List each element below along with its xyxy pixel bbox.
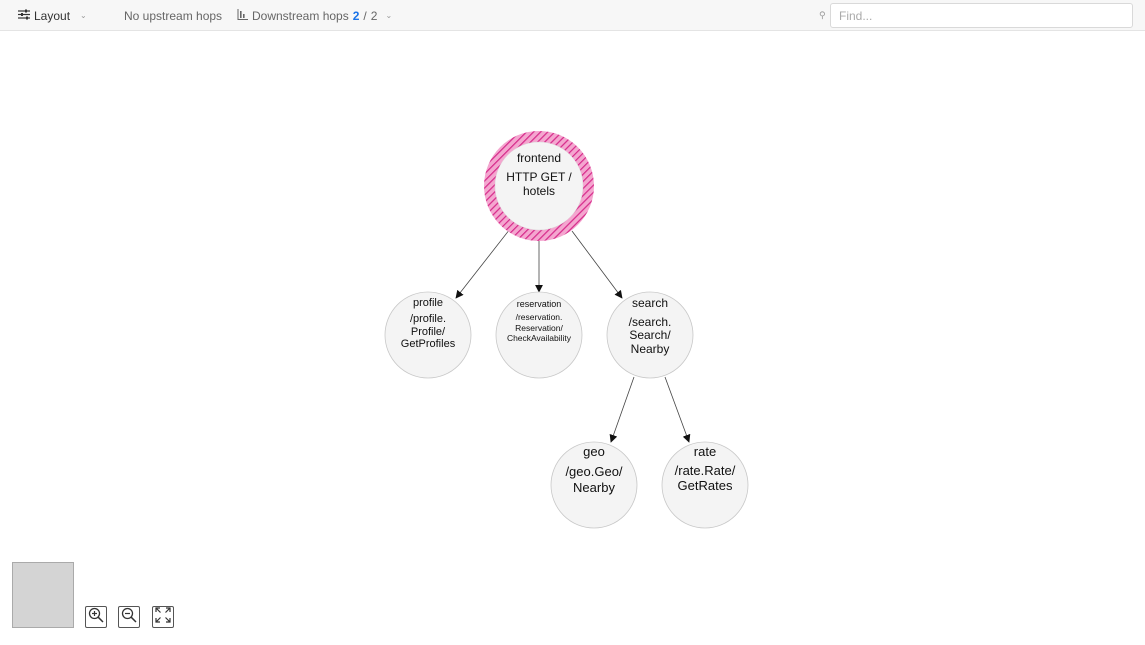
- layout-label: Layout: [34, 8, 71, 23]
- node-op-line: /search.: [629, 315, 672, 329]
- node-op-line: Reservation/: [515, 323, 563, 333]
- upstream-hops: No upstream hops: [124, 0, 222, 31]
- node-frontend[interactable]: frontend HTTP GET / hotels: [484, 131, 594, 241]
- node-service: rate: [694, 444, 716, 459]
- zoom-in-icon: [88, 607, 104, 628]
- node-op-line: Search/: [629, 328, 671, 342]
- node-op-line: Nearby: [573, 480, 615, 495]
- search-icon: ⚲: [819, 10, 826, 20]
- toolbar: Layout ⌄ No upstream hops Downstream hop…: [0, 0, 1145, 31]
- fit-view-button[interactable]: [152, 606, 174, 628]
- node-search[interactable]: search /search. Search/ Nearby: [606, 291, 694, 379]
- minimap[interactable]: [12, 562, 74, 628]
- edge-frontend-search: [571, 230, 623, 299]
- node-rate[interactable]: rate /rate.Rate/ GetRates: [661, 441, 749, 529]
- hops-icon: [237, 8, 248, 23]
- node-op-line: /profile.: [410, 313, 446, 325]
- node-op-line: /geo.Geo/: [565, 464, 622, 479]
- sliders-icon: [18, 9, 30, 23]
- node-reservation[interactable]: reservation /reservation. Reservation/ C…: [495, 291, 583, 379]
- edge-frontend-profile: [455, 228, 511, 299]
- node-service: search: [632, 296, 668, 310]
- downstream-total: 2: [370, 8, 378, 23]
- zoom-out-icon: [121, 607, 137, 628]
- node-service: frontend: [517, 151, 561, 165]
- layout-button[interactable]: Layout ⌄: [18, 0, 87, 31]
- node-op-line: /reservation.: [516, 312, 563, 322]
- zoom-out-button[interactable]: [118, 606, 140, 628]
- node-service: geo: [583, 444, 605, 459]
- downstream-label: Downstream hops: [252, 8, 349, 23]
- node-service: profile: [413, 297, 443, 309]
- node-op-line: GetProfiles: [401, 338, 456, 350]
- node-op-line: GetRates: [678, 478, 733, 493]
- node-service: reservation: [517, 299, 562, 309]
- node-op-line: Nearby: [631, 342, 670, 356]
- node-op-line: CheckAvailability: [507, 333, 572, 343]
- node-op-line: hotels: [523, 184, 555, 198]
- downstream-current: 2: [352, 8, 360, 23]
- zoom-in-button[interactable]: [85, 606, 107, 628]
- node-geo[interactable]: geo /geo.Geo/ Nearby: [550, 441, 638, 529]
- edge-search-rate: [664, 376, 691, 443]
- node-op-line: HTTP GET /: [506, 170, 572, 184]
- upstream-label: No upstream hops: [124, 8, 223, 23]
- find-input[interactable]: [830, 3, 1133, 28]
- trace-graph: frontend HTTP GET / hotels profile /prof…: [384, 131, 749, 529]
- downstream-hops-selector[interactable]: Downstream hops 2 / 2 ⌄: [237, 0, 392, 31]
- graph-canvas[interactable]: frontend HTTP GET / hotels profile /prof…: [0, 32, 1145, 640]
- edge-search-geo: [609, 376, 635, 443]
- chevron-down-icon: ⌄: [385, 11, 393, 20]
- node-op-line: /rate.Rate/: [675, 463, 736, 478]
- chevron-down-icon: ⌄: [80, 11, 87, 20]
- node-op-line: Profile/: [411, 326, 446, 338]
- fit-view-icon: [155, 606, 171, 628]
- node-profile[interactable]: profile /profile. Profile/ GetProfiles: [384, 291, 472, 379]
- downstream-separator: /: [363, 8, 367, 23]
